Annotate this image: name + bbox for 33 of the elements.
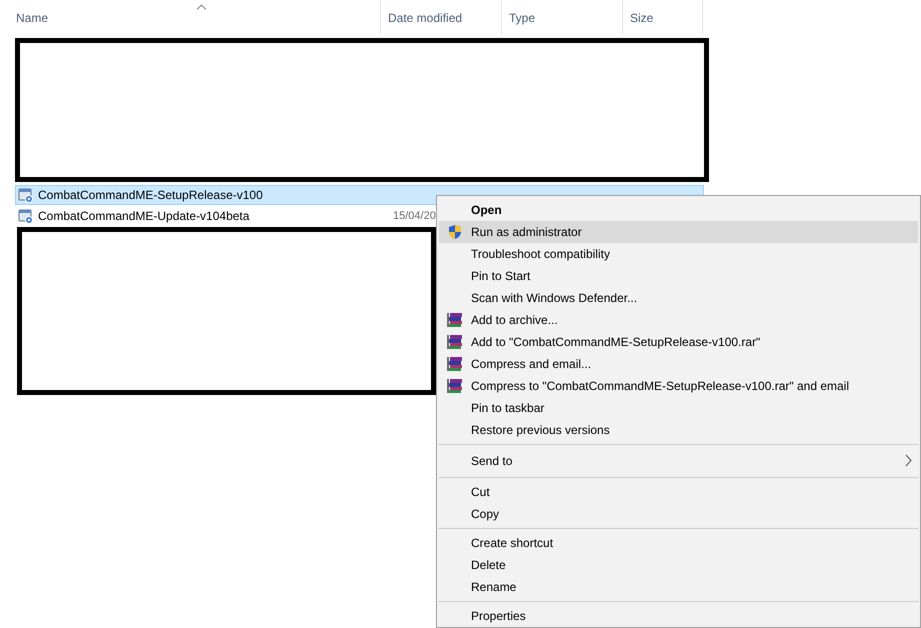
menu-item[interactable]: Copy	[439, 503, 918, 525]
menu-item[interactable]: Rename	[439, 576, 918, 598]
file-name: CombatCommandME-SetupRelease-v100	[38, 188, 263, 202]
menu-item[interactable]: Scan with Windows Defender...	[439, 287, 918, 309]
chevron-right-icon	[905, 454, 912, 467]
menu-item[interactable]: Restore previous versions	[439, 419, 918, 441]
archive-books-icon	[447, 378, 463, 394]
application-icon	[18, 187, 34, 203]
archive-books-icon	[447, 334, 463, 350]
shield-icon	[447, 224, 463, 240]
menu-item[interactable]: Pin to Start	[439, 265, 918, 287]
menu-item[interactable]: Compress and email...	[439, 353, 918, 375]
menu-item[interactable]: Properties	[439, 605, 918, 627]
sort-caret-icon	[196, 4, 206, 10]
column-header[interactable]: Date modified	[381, 0, 502, 35]
menu-item[interactable]: Run as administrator	[439, 221, 918, 243]
menu-item[interactable]: Troubleshoot compatibility	[439, 243, 918, 265]
column-header[interactable]: Size	[623, 0, 703, 35]
menu-item[interactable]: Pin to taskbar	[439, 397, 918, 419]
archive-books-icon	[447, 312, 463, 328]
file-date: 15/04/20	[393, 210, 436, 222]
application-icon	[18, 208, 34, 224]
archive-books-icon	[447, 356, 463, 372]
menu-item[interactable]: Cut	[439, 481, 918, 503]
file-name: CombatCommandME-Update-v104beta	[38, 209, 250, 223]
menu-item[interactable]: Send to	[439, 448, 918, 474]
menu-item[interactable]: Compress to "CombatCommandME-SetupRelease-v100.rar" and email	[439, 375, 918, 397]
column-header[interactable]: Type	[502, 0, 623, 35]
menu-item[interactable]: Create shortcut	[439, 532, 918, 554]
menu-item[interactable]: Add to archive...	[439, 309, 918, 331]
menu-item[interactable]: Add to "CombatCommandME-SetupRelease-v100.rar"	[439, 331, 918, 353]
column-header[interactable]: Name	[15, 0, 381, 35]
menu-item[interactable]: Delete	[439, 554, 918, 576]
